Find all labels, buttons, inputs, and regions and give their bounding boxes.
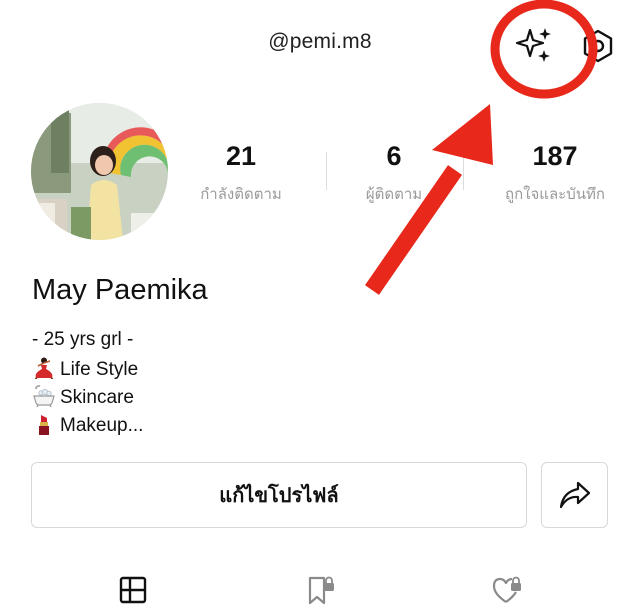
bathtub-emoji (33, 385, 55, 407)
tab-liked[interactable] (488, 570, 528, 610)
followers-count[interactable]: 6 (349, 141, 439, 172)
stats-divider (463, 152, 464, 190)
tab-saved[interactable] (300, 570, 340, 610)
followers-label: ผู้ติดตาม (365, 186, 423, 203)
heart-lock-icon (492, 576, 521, 603)
following-count[interactable]: 21 (196, 141, 286, 172)
profile-name: May Paemika (32, 274, 208, 306)
share-arrow-icon (559, 481, 590, 509)
sparkle-button[interactable] (512, 24, 558, 70)
edit-profile-button[interactable]: แก้ไขโปรไฟล์ (31, 462, 527, 528)
bio-text: Skincare (60, 387, 134, 408)
bio-line: Makeup... (32, 413, 143, 437)
stats-divider (326, 152, 327, 190)
grid-icon (119, 576, 147, 604)
likes-saves-count[interactable]: 187 (510, 141, 600, 172)
bio-text: Makeup... (60, 415, 144, 436)
bookmark-lock-icon (308, 576, 334, 605)
bio-line: Skincare (32, 385, 134, 409)
lipstick-emoji (39, 415, 49, 435)
likes-saves-label: ถูกใจและบันทึก (505, 186, 605, 203)
tab-posts[interactable] (113, 570, 153, 610)
following-label: กำลังติดตาม (200, 186, 282, 203)
bio-line: - 25 yrs grl - (32, 329, 134, 350)
sparkle-icon (515, 28, 551, 62)
bio-text: Life Style (60, 359, 139, 380)
settings-button[interactable] (578, 26, 618, 66)
avatar[interactable] (31, 103, 168, 240)
dancer-emoji (34, 357, 54, 379)
bio-line: Life Style (32, 357, 138, 381)
avatar-photo (31, 103, 168, 240)
share-profile-button[interactable] (541, 462, 608, 528)
hexagon-settings-icon (583, 29, 613, 63)
